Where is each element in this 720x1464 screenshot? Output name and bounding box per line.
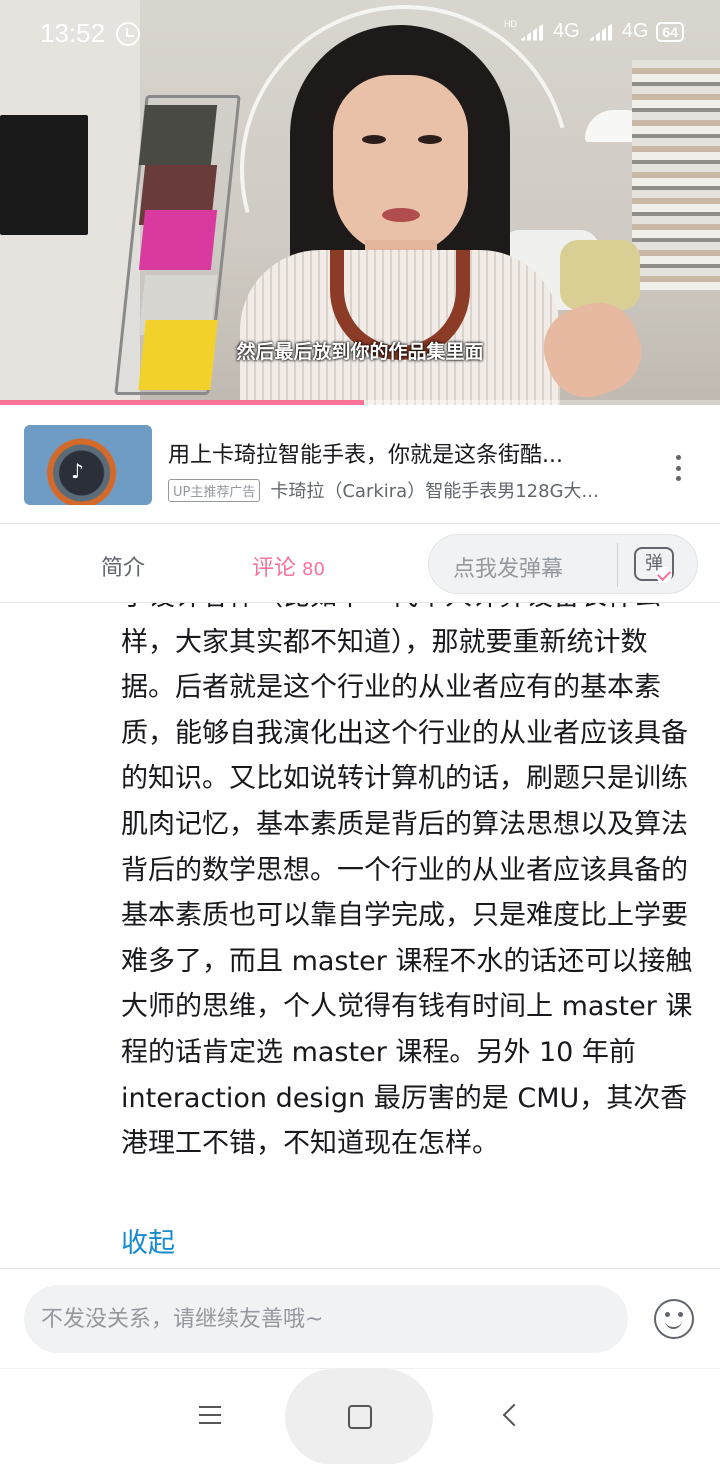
more-options-icon[interactable] (676, 455, 682, 481)
reply-input[interactable] (24, 1285, 628, 1353)
tab-comments-count: 80 (302, 559, 325, 580)
alarm-icon (116, 22, 140, 46)
comment-text: 了设计客体（比如下一代个人计算设备长什么样，大家其实都不知道），那就要重新统计数… (121, 603, 693, 1160)
ad-badge: UP主推荐广告 (168, 478, 261, 502)
tab-bar: 简介 评论 80 点我发弹幕 弹 (0, 523, 720, 603)
video-scene-eye (362, 135, 386, 144)
reply-bar (0, 1268, 720, 1368)
video-scene-tv (0, 115, 88, 235)
battery-icon: 64 (656, 21, 684, 42)
danmaku-divider (617, 543, 618, 587)
signal-icon (587, 22, 614, 41)
video-scene-bookshelf (632, 60, 720, 290)
hd-label: HD (504, 18, 518, 29)
network-type-2: 4G (621, 20, 649, 42)
ad-subline: UP主推荐广告 卡琦拉（Carkira）智能手表男128G大... (168, 477, 620, 503)
collapse-link[interactable]: 收起 (121, 1221, 175, 1260)
danmaku-input[interactable]: 点我发弹幕 弹 (428, 534, 698, 594)
video-scene-presenter-face (333, 75, 468, 255)
danmaku-placeholder: 点我发弹幕 (453, 557, 564, 582)
system-navigation-bar (0, 1368, 720, 1464)
tab-comments[interactable]: 评论 80 (252, 550, 325, 582)
ad-description: 卡琦拉（Carkira）智能手表男128G大... (270, 481, 599, 502)
video-scene-lips (382, 208, 420, 222)
back-icon[interactable] (502, 1403, 526, 1427)
video-player[interactable]: 然后最后放到你的作品集里面 13:52 HD 4G 4G 64 (0, 0, 720, 405)
tiktok-logo-icon: ♪ (71, 459, 84, 483)
status-time: 13:52 (40, 18, 106, 48)
video-scene-eye (418, 135, 442, 144)
emoji-icon[interactable] (654, 1299, 694, 1339)
video-subtitle: 然后最后放到你的作品集里面 (236, 341, 484, 363)
ad-thumbnail[interactable]: ♪ (24, 425, 152, 505)
status-bar: 13:52 HD 4G 4G 64 (0, 0, 720, 62)
tab-comments-label: 评论 (252, 556, 297, 581)
video-scene-magazine (138, 105, 218, 165)
signal-icon (519, 22, 546, 41)
menu-icon[interactable] (199, 1406, 221, 1424)
comment-detail: 了设计客体（比如下一代个人计算设备长什么样，大家其实都不知道），那就要重新统计数… (0, 603, 720, 1268)
status-indicators: HD 4G 4G 64 (504, 18, 684, 43)
ad-card[interactable]: ♪ 用上卡琦拉智能手表，你就是这条街酷... UP主推荐广告 卡琦拉（Carki… (0, 405, 720, 523)
tab-intro[interactable]: 简介 (101, 550, 145, 582)
danmaku-check-icon (656, 567, 672, 583)
video-scene-magazine (138, 210, 218, 270)
video-scene-pillow (560, 240, 640, 310)
network-type-1: 4G (553, 20, 580, 42)
ad-title[interactable]: 用上卡琦拉智能手表，你就是这条街酷... (168, 437, 648, 469)
home-icon[interactable] (348, 1405, 372, 1429)
